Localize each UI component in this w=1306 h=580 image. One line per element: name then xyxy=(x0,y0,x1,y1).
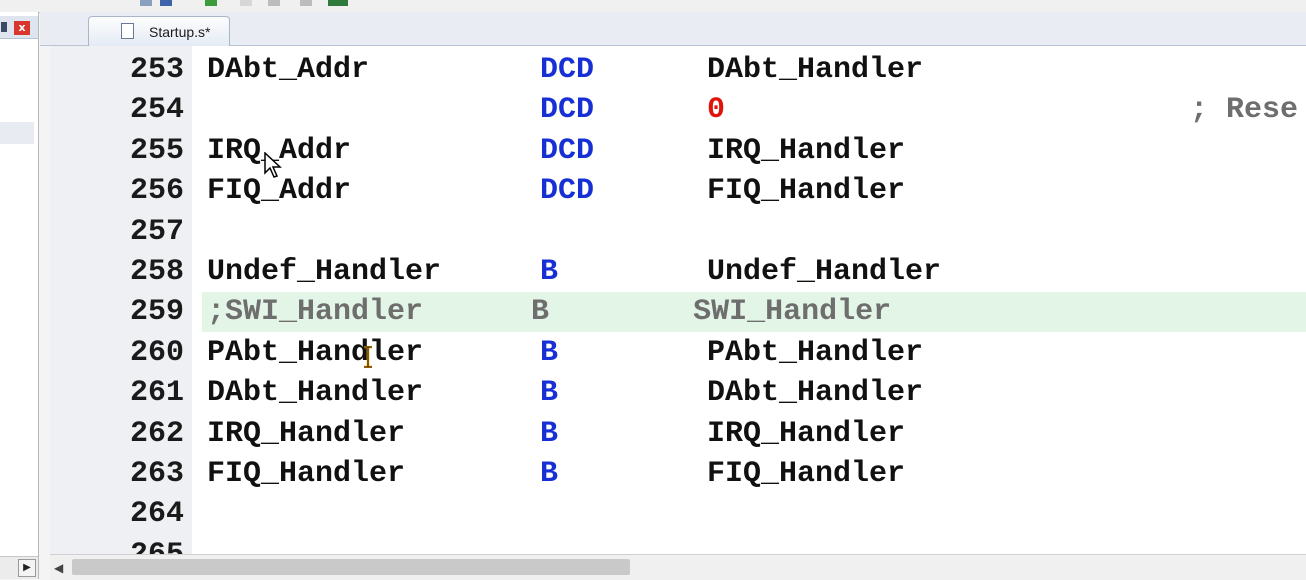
toolbar-find-icon[interactable] xyxy=(160,0,172,6)
line-number: 259 xyxy=(129,295,184,330)
code-directive: B xyxy=(540,376,559,411)
code-label: Undef_Handler xyxy=(207,255,442,289)
line-number: 253 xyxy=(129,53,184,87)
code-operand: IRQ_Handler xyxy=(707,133,906,168)
close-icon[interactable]: x xyxy=(14,21,30,35)
tab-label: Startup.s* xyxy=(149,24,211,40)
code-line[interactable]: 261 DAbt_Handler B DAbt_Handler xyxy=(50,373,1306,413)
text-cursor-icon xyxy=(364,346,372,368)
line-number: 257 xyxy=(129,214,184,249)
code-operand: PAbt_Handler xyxy=(707,335,924,370)
project-panel-header: x xyxy=(0,16,38,39)
code-line[interactable]: 258 Undef_Handler B Undef_Handler xyxy=(50,252,1306,292)
toolbar-dropdown-icon[interactable] xyxy=(140,0,152,6)
code-directive: B xyxy=(540,416,559,451)
line-number: 265 xyxy=(129,537,184,555)
code-operand: FIQ_Handler xyxy=(707,174,906,209)
code-editor[interactable]: 253 DAbt_Addr DCD DAbt_Handler 254 DCD 0 ; Rese… xyxy=(50,46,1306,555)
code-line[interactable]: 265 xyxy=(50,535,1306,555)
line-number: 260 xyxy=(129,335,184,370)
code-line[interactable]: 257 xyxy=(50,212,1306,252)
line-number: 261 xyxy=(129,376,184,411)
toolbar-arrow-icon[interactable] xyxy=(268,0,280,6)
line-number: 256 xyxy=(129,174,184,209)
code-line[interactable]: 263 FIQ_Handler B FIQ_Handler xyxy=(50,454,1306,494)
mouse-pointer-icon xyxy=(264,152,282,178)
code-operand: Undef_Handler xyxy=(707,255,942,289)
line-number: 255 xyxy=(129,133,184,168)
scroll-left-icon[interactable]: ◀ xyxy=(54,561,63,575)
toolbar-step-icon[interactable] xyxy=(300,0,312,6)
line-number: 258 xyxy=(129,255,184,289)
code-line[interactable]: 259 ;SWI_Handler B SWI_Handler xyxy=(50,292,1306,332)
pin-icon[interactable] xyxy=(1,22,7,32)
code-directive: DCD xyxy=(540,53,595,87)
code-line[interactable]: 262 IRQ_Handler B IRQ_Handler xyxy=(50,414,1306,454)
code-operand: FIQ_Handler xyxy=(707,457,906,491)
code-directive: DCD xyxy=(540,174,595,209)
scroll-right-icon[interactable]: ▶ xyxy=(18,559,36,577)
code-line[interactable]: 254 DCD 0 ; Rese xyxy=(50,90,1306,130)
code-directive: B xyxy=(540,255,559,289)
code-line[interactable]: 260 PAbt_Handler B PAbt_Handler xyxy=(50,333,1306,373)
horizontal-scrollbar[interactable]: ◀ xyxy=(50,554,1306,580)
code-line[interactable]: 256 FIQ_Addr DCD FIQ_Handler xyxy=(50,171,1306,211)
project-tree-selected-item[interactable] xyxy=(0,122,34,144)
commented-code: ;SWI_Handler B SWI_Handler xyxy=(207,295,892,330)
code-line[interactable]: 264 xyxy=(50,494,1306,534)
code-directive: B xyxy=(540,335,559,370)
line-number: 264 xyxy=(129,497,184,532)
toolbar-debug-icon[interactable] xyxy=(328,0,348,6)
code-operand: DAbt_Handler xyxy=(707,53,924,87)
code-operand: DAbt_Handler xyxy=(707,376,924,411)
file-icon xyxy=(121,23,134,39)
code-label: IRQ_Handler xyxy=(207,416,406,451)
scrollbar-thumb[interactable] xyxy=(72,559,630,575)
code-label: FIQ_Handler xyxy=(207,457,406,491)
code-label: DAbt_Addr xyxy=(207,53,370,87)
line-number: 262 xyxy=(129,416,184,451)
toolbar-build-icon[interactable] xyxy=(205,0,217,6)
code-operand: 0 xyxy=(707,93,726,128)
code-directive: DCD xyxy=(540,93,595,128)
line-number: 254 xyxy=(129,93,184,128)
line-number: 263 xyxy=(129,457,184,491)
code-comment: ; Rese xyxy=(1190,93,1299,128)
code-label: PAbt_Handler xyxy=(207,335,424,370)
editor-tab-bar: Startup.s* xyxy=(40,12,1306,46)
toolbar-page-icon[interactable] xyxy=(240,0,252,6)
code-line[interactable]: 253 DAbt_Addr DCD DAbt_Handler xyxy=(50,50,1306,90)
project-panel-scrollbar[interactable]: ▶ xyxy=(0,556,38,579)
code-directive: DCD xyxy=(540,133,595,168)
tab-startup[interactable]: Startup.s* xyxy=(88,16,230,46)
code-line[interactable]: 255 IRQ_Addr DCD IRQ_Handler xyxy=(50,131,1306,171)
project-panel: x ▶ xyxy=(0,12,39,579)
code-operand: IRQ_Handler xyxy=(707,416,906,451)
code-label: DAbt_Handler xyxy=(207,376,424,411)
code-directive: B xyxy=(540,457,559,491)
